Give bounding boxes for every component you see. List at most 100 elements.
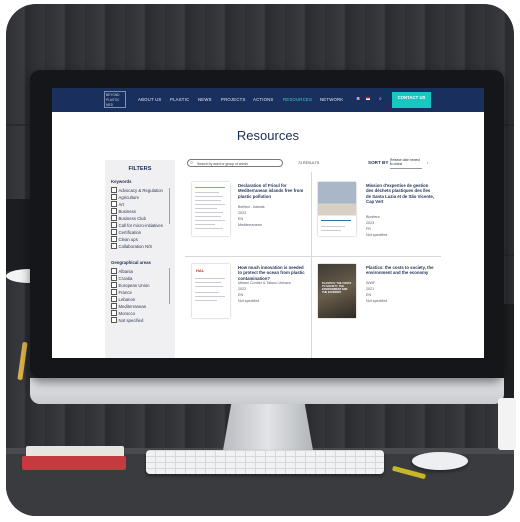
checkbox[interactable]	[111, 215, 117, 221]
doc-line	[195, 220, 225, 221]
sort-by-label: SORT BY :	[368, 160, 392, 165]
mouse	[412, 452, 468, 470]
checkbox[interactable]	[111, 187, 117, 193]
doc-line	[195, 216, 221, 217]
filter-keyword[interactable]: Art	[111, 201, 124, 207]
resource-author: BeMed - Islands	[238, 205, 265, 209]
books-stack	[22, 446, 130, 474]
resource-title[interactable]: Mission d'expertise de gestion des déche…	[366, 183, 434, 204]
filter-keyword[interactable]: Call for micro-initiatives	[111, 222, 163, 228]
website-screen: BEYOND PLASTIC MED ABOUT US PLASTIC NEWS…	[52, 88, 484, 358]
filter-keyword[interactable]: Collaboration N/S	[111, 243, 152, 249]
resource-thumbnail[interactable]: PLASTICS: THE COSTS TO SOCIETY, THE ENVI…	[318, 264, 356, 318]
filter-label: Morocco	[118, 311, 135, 316]
doc-line	[195, 286, 223, 287]
resource-thumbnail[interactable]: HAL	[192, 264, 230, 318]
page-title: Resources	[236, 128, 300, 143]
doc-line	[195, 204, 225, 205]
resource-title[interactable]: Plastics: the costs to society, the envi…	[366, 265, 434, 276]
doc-line	[195, 292, 219, 293]
filter-geo[interactable]: Not specified	[111, 317, 143, 323]
resource-search-input[interactable]: Search by word or group of words	[187, 159, 283, 167]
doc-line	[195, 192, 219, 193]
nav-resources[interactable]: RESOURCES	[283, 97, 312, 102]
checkbox[interactable]	[111, 201, 117, 207]
nav-plastic[interactable]: PLASTIC	[170, 97, 189, 102]
doc-line	[195, 208, 217, 209]
site-logo[interactable]: BEYOND PLASTIC MED	[104, 91, 126, 108]
checkbox[interactable]	[111, 194, 117, 200]
geo-scrollbar[interactable]	[169, 268, 171, 304]
nav-about-us[interactable]: ABOUT US	[138, 97, 162, 102]
checkbox[interactable]	[111, 268, 117, 274]
filter-label: Mediterranean	[118, 304, 147, 309]
nav-news[interactable]: NEWS	[198, 97, 212, 102]
search-icon[interactable]: ⌕	[379, 96, 382, 102]
results-count: 73 RESULTS	[298, 161, 320, 165]
checkbox[interactable]	[111, 229, 117, 235]
filter-keyword[interactable]: Business Club	[111, 215, 146, 221]
monitor-stand	[222, 404, 314, 456]
checkbox[interactable]	[111, 296, 117, 302]
flag-en-icon[interactable]	[366, 97, 370, 100]
filter-geo[interactable]: France	[111, 289, 132, 295]
filter-keyword[interactable]: Business	[111, 208, 136, 214]
grid-divider	[185, 256, 441, 257]
doc-line	[321, 226, 345, 227]
checkbox[interactable]	[111, 317, 117, 323]
resource-title[interactable]: How much innovation is needed to protect…	[238, 265, 306, 281]
filter-geo[interactable]: Albania	[111, 268, 133, 274]
checkbox[interactable]	[111, 289, 117, 295]
resource-author: Biosfera	[366, 215, 380, 219]
filter-geo[interactable]: European Union	[111, 282, 150, 288]
nav-actions[interactable]: ACTIONS	[253, 97, 274, 102]
checkbox[interactable]	[111, 236, 117, 242]
chevron-down-icon[interactable]: ›	[427, 160, 428, 165]
checkbox[interactable]	[111, 208, 117, 214]
doc-line	[321, 220, 351, 221]
checkbox[interactable]	[111, 243, 117, 249]
resource-thumbnail[interactable]	[192, 182, 230, 236]
filter-geo[interactable]: Morocco	[111, 310, 135, 316]
doc-line	[195, 196, 223, 197]
filter-keyword[interactable]: Agriculture	[111, 194, 139, 200]
doc-line	[195, 200, 221, 201]
filter-geo[interactable]: Mediterranean	[111, 303, 146, 309]
filter-keyword[interactable]: Advocacy & Regulation	[111, 187, 163, 193]
keywords-scrollbar[interactable]	[169, 188, 171, 224]
filter-label: European Union	[118, 283, 150, 288]
filter-label: France	[118, 290, 132, 295]
checkbox[interactable]	[111, 275, 117, 281]
resource-area: Not specified	[366, 299, 388, 303]
checkbox[interactable]	[111, 282, 117, 288]
checkbox[interactable]	[111, 310, 117, 316]
checkbox[interactable]	[111, 303, 117, 309]
filter-keyword[interactable]: Clean ups	[111, 236, 138, 242]
nav-projects[interactable]: PROJECTS	[221, 97, 246, 102]
resource-language: EN	[238, 217, 244, 221]
filter-label: Lebanon	[118, 297, 136, 302]
sort-select[interactable]: Release date newest to oldest	[390, 158, 422, 169]
resource-title[interactable]: Declaration of Frioul for Mediterranean …	[238, 183, 306, 199]
doc-line	[195, 278, 225, 279]
hal-logo: HAL	[196, 268, 205, 273]
nav-network[interactable]: NETWORK	[320, 97, 343, 102]
geo-heading: Geographical areas	[111, 260, 151, 265]
filter-keyword[interactable]: Certification	[111, 229, 141, 235]
filter-label: Not specified	[118, 318, 144, 323]
monitor-chin	[30, 378, 504, 404]
filter-label: Call for micro-initiatives	[118, 223, 163, 228]
grid-divider	[311, 172, 312, 358]
checkbox[interactable]	[111, 222, 117, 228]
flag-fr-icon[interactable]	[356, 97, 360, 100]
filter-geo[interactable]: Lebanon	[111, 296, 135, 302]
resource-area: Mediterranean	[238, 223, 262, 227]
resource-thumbnail[interactable]	[318, 182, 356, 236]
doc-line	[321, 230, 341, 231]
filter-geo[interactable]: Croatia	[111, 275, 132, 281]
resource-area: Not specified	[366, 233, 388, 237]
contact-us-button[interactable]: CONTACT US	[392, 92, 431, 108]
filter-label: Croatia	[118, 276, 133, 281]
resource-language: EN	[366, 293, 372, 297]
keyboard	[146, 450, 384, 474]
